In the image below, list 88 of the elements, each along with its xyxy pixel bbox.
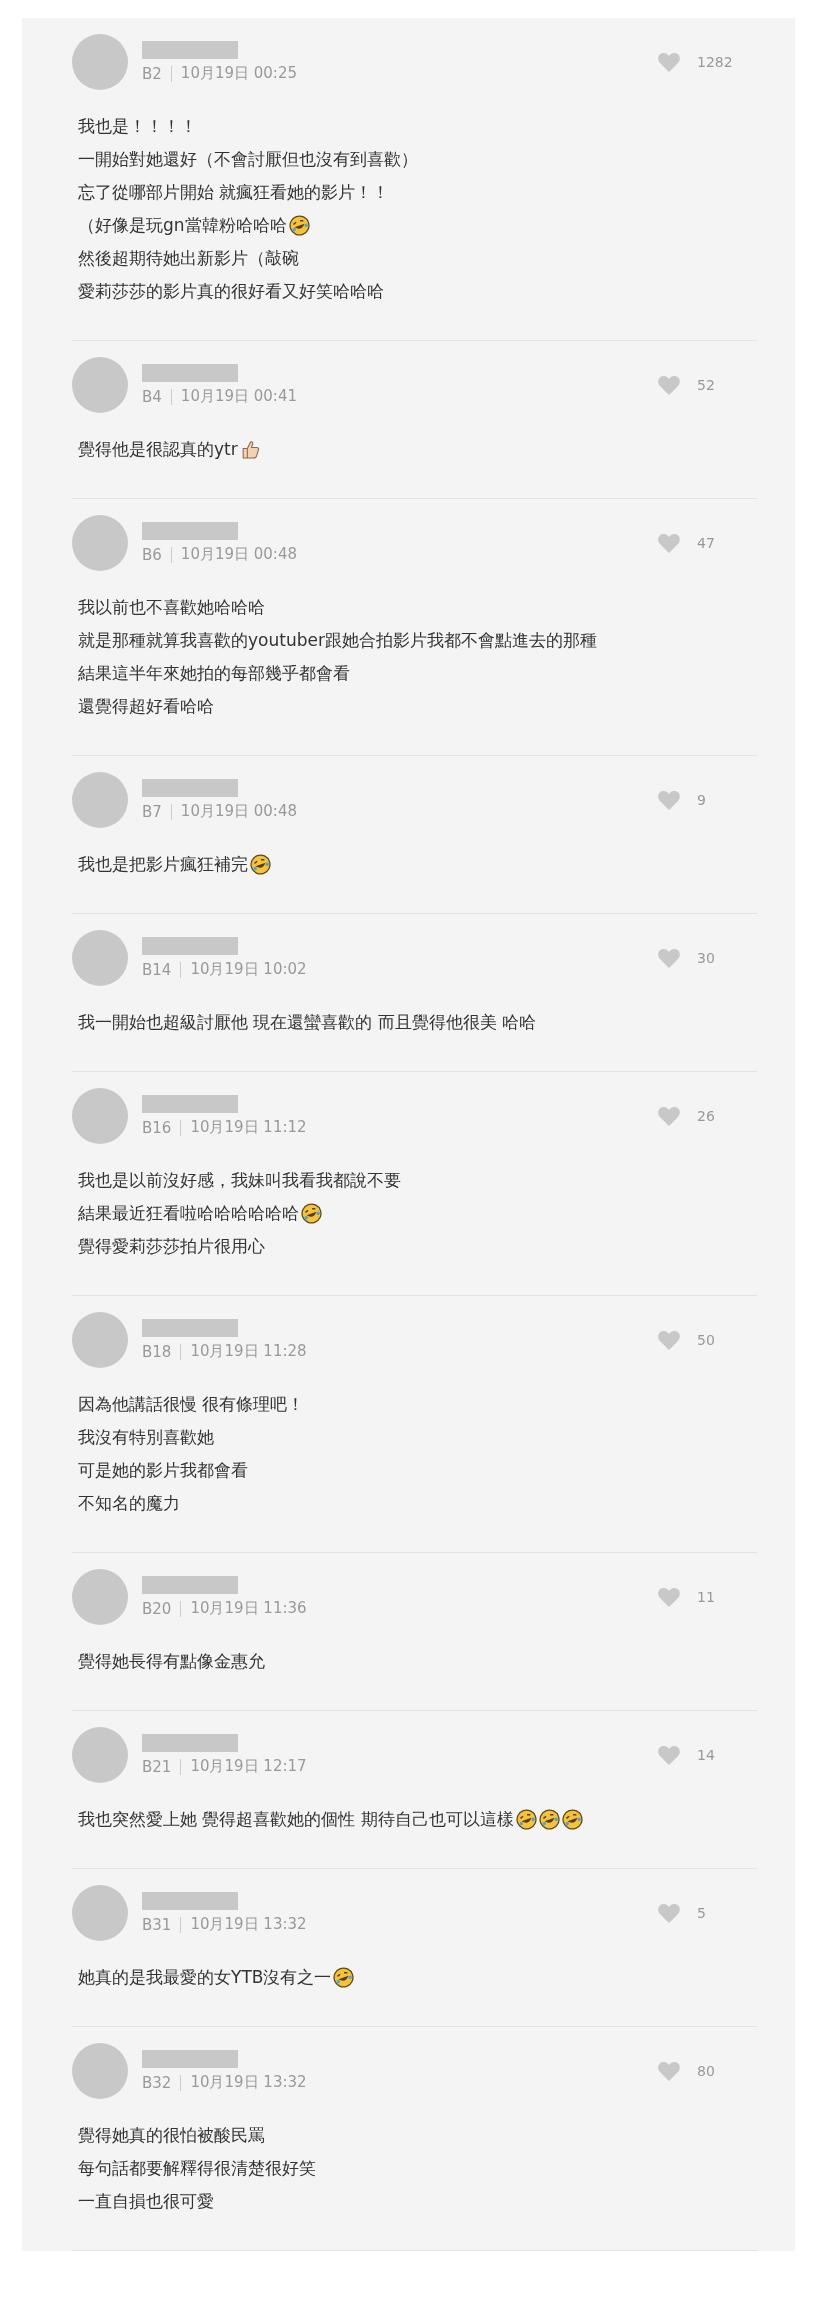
laughing-emoji-icon <box>288 215 310 236</box>
comment-text: 一開始對她還好（不會討厭但也沒有到喜歡） <box>78 148 418 171</box>
like-count: 9 <box>697 792 706 808</box>
floor-number: B20 <box>142 1600 182 1617</box>
comment-text: 不知名的魔力 <box>78 1492 180 1515</box>
like-count: 26 <box>697 1108 715 1124</box>
heart-icon[interactable] <box>657 51 681 73</box>
comment-text: 每句話都要解釋得很清楚很好笑 <box>78 2157 316 2180</box>
like-count: 80 <box>697 2063 715 2079</box>
like-count: 50 <box>697 1332 715 1348</box>
heart-icon[interactable] <box>657 1586 681 1608</box>
post-time: 10月19日 11:28 <box>190 1342 307 1361</box>
laughing-emoji-icon <box>301 1203 322 1224</box>
avatar[interactable] <box>72 1312 128 1368</box>
like-count: 11 <box>697 1589 715 1605</box>
avatar[interactable] <box>72 930 128 986</box>
post-time: 10月19日 13:32 <box>190 1915 307 1934</box>
comment-text: 覺得他是很認真的ytr <box>78 438 238 461</box>
avatar[interactable] <box>72 1088 128 1144</box>
comment-text: 我一開始也超級討厭他 現在還蠻喜歡的 而且覺得他很美 哈哈 <box>78 1011 537 1034</box>
laughing-emoji-icon <box>515 1809 537 1830</box>
heart-icon[interactable] <box>657 532 681 554</box>
comment-text: 覺得她真的很怕被酸民罵 <box>78 2124 265 2147</box>
comment-text: 結果最近狂看啦哈哈哈哈哈哈 <box>78 1202 299 1225</box>
post-time: 10月19日 00:48 <box>180 545 297 564</box>
comment-text: 我也是把影片瘋狂補完 <box>78 853 248 876</box>
heart-icon[interactable] <box>657 1902 681 1924</box>
post-time: 10月19日 12:17 <box>190 1757 307 1776</box>
comment-text: 我以前也不喜歡她哈哈哈 <box>78 596 265 619</box>
comment-text: 她真的是我最愛的女YTB沒有之一 <box>78 1966 332 1989</box>
comment-text: 因為他講話很慢 很有條理吧！ <box>78 1393 305 1416</box>
avatar[interactable] <box>72 515 128 571</box>
like-count: 5 <box>697 1905 706 1921</box>
floor-number: B6 <box>142 546 172 563</box>
laughing-emoji-icon <box>538 1809 560 1830</box>
floor-number: B7 <box>142 803 172 820</box>
floor-number: B4 <box>142 388 172 405</box>
comment-text: 我也是！！！！ <box>78 115 197 138</box>
floor-number: B31 <box>142 1916 182 1933</box>
post-time: 10月19日 13:32 <box>190 2073 307 2092</box>
post-time: 10月19日 00:41 <box>180 387 297 406</box>
avatar[interactable] <box>72 2043 128 2099</box>
comment-text: 還覺得超好看哈哈 <box>78 695 214 718</box>
like-count: 14 <box>697 1747 715 1763</box>
avatar[interactable] <box>72 357 128 413</box>
comment-text: 我也突然愛上她 覺得超喜歡她的個性 期待自己也可以這樣 <box>78 1808 514 1831</box>
avatar[interactable] <box>72 1885 128 1941</box>
comment-text: 我也是以前沒好感，我妹叫我看我都說不要 <box>78 1169 401 1192</box>
laughing-emoji-icon <box>250 854 271 875</box>
floor-number: B14 <box>142 961 182 978</box>
comment-text: 愛莉莎莎的影片真的很好看又好笑哈哈哈 <box>78 280 384 303</box>
comment-text: 然後超期待她出新影片（敲碗 <box>78 247 299 270</box>
post-time: 10月19日 00:48 <box>180 802 297 821</box>
like-count: 52 <box>697 377 715 393</box>
laughing-emoji-icon <box>561 1809 583 1830</box>
floor-number: B21 <box>142 1758 182 1775</box>
floor-number: B18 <box>142 1343 182 1360</box>
heart-icon[interactable] <box>657 947 681 969</box>
avatar[interactable] <box>72 772 128 828</box>
heart-icon[interactable] <box>657 374 681 396</box>
post-time: 10月19日 10:02 <box>190 960 307 979</box>
avatar[interactable] <box>72 1727 128 1783</box>
comment-text: 一直自損也很可愛 <box>78 2190 214 2213</box>
floor-number: B2 <box>142 65 172 82</box>
comment-text: 我沒有特別喜歡她 <box>78 1426 214 1449</box>
like-count: 30 <box>697 950 715 966</box>
comment-text: 覺得愛莉莎莎拍片很用心 <box>78 1235 265 1258</box>
heart-icon[interactable] <box>657 2060 681 2082</box>
avatar[interactable] <box>72 1569 128 1625</box>
like-count: 1282 <box>697 54 733 70</box>
heart-icon[interactable] <box>657 789 681 811</box>
post-time: 10月19日 11:36 <box>190 1599 307 1618</box>
floor-number: B32 <box>142 2074 182 2091</box>
heart-icon[interactable] <box>657 1744 681 1766</box>
comment-text: 就是那種就算我喜歡的youtuber跟她合拍影片我都不會點進去的那種 <box>78 629 597 652</box>
comment-text: 結果這半年來她拍的每部幾乎都會看 <box>78 662 350 685</box>
post-time: 10月19日 00:25 <box>180 64 297 83</box>
floor-number: B16 <box>142 1119 182 1136</box>
comment-text: 可是她的影片我都會看 <box>78 1459 248 1482</box>
laughing-emoji-icon <box>333 1967 355 1988</box>
post-time: 10月19日 11:12 <box>190 1118 307 1137</box>
avatar[interactable] <box>72 34 128 90</box>
heart-icon[interactable] <box>657 1105 681 1127</box>
comment-text: 覺得她長得有點像金惠允 <box>78 1650 265 1673</box>
like-count: 47 <box>697 535 715 551</box>
heart-icon[interactable] <box>657 1329 681 1351</box>
comment-text: （好像是玩gn當韓粉哈哈哈 <box>78 214 287 237</box>
comment-text: 忘了從哪部片開始 就瘋狂看她的影片！！ <box>78 181 390 204</box>
